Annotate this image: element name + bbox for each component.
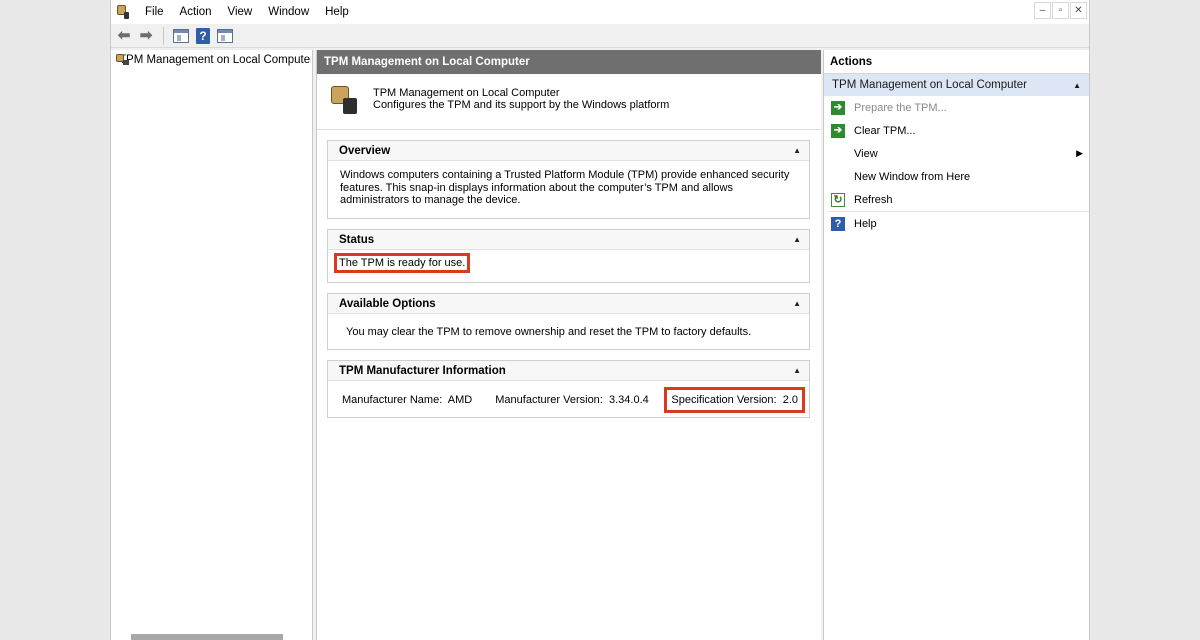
green-arrow-icon: ➔ <box>831 100 845 115</box>
tree-item-tpm-management[interactable]: TPM Management on Local Computer <box>115 53 311 67</box>
action-label: New Window from Here <box>854 170 971 183</box>
restore-button[interactable]: ▫ <box>1052 2 1069 19</box>
overview-header[interactable]: Overview ▲ <box>328 141 809 161</box>
intro-divider <box>317 129 821 130</box>
action-label: View <box>854 147 878 160</box>
tree-item-label: TPM Management on Local Computer <box>119 54 311 66</box>
menu-bar: File Action View Window Help – ▫ ✕ <box>111 0 1089 24</box>
available-options-header[interactable]: Available Options ▲ <box>328 294 809 314</box>
status-title: Status <box>339 233 375 246</box>
manufacturer-version-value: 3.34.0.4 <box>609 394 649 406</box>
help-icon: ? <box>831 216 845 231</box>
specification-version-value: 2.0 <box>782 394 798 406</box>
collapse-icon[interactable]: ▲ <box>1073 81 1081 90</box>
available-options-title: Available Options <box>339 297 436 310</box>
blank-icon <box>831 147 845 161</box>
actions-section-label: TPM Management on Local Computer <box>832 79 1027 91</box>
results-pane-header: TPM Management on Local Computer <box>317 50 821 74</box>
action-help[interactable]: ? Help <box>824 212 1089 235</box>
snapin-intro: TPM Management on Local Computer Configu… <box>317 74 821 130</box>
help-icon: ? <box>196 27 210 44</box>
actions-pane: Actions TPM Management on Local Computer… <box>823 50 1089 640</box>
help-toolbar-button[interactable]: ? <box>194 27 212 45</box>
action-new-window[interactable]: New Window from Here <box>824 165 1089 188</box>
actions-title: Actions <box>824 50 1089 74</box>
refresh-icon: ↻ <box>831 192 845 207</box>
action-label: Refresh <box>854 193 893 206</box>
tpm-status-text: The TPM is ready for use. <box>339 257 466 269</box>
tpm-key-icon[interactable] <box>115 4 131 20</box>
collapse-icon[interactable]: ▲ <box>793 146 801 155</box>
action-clear-tpm[interactable]: ➔ Clear TPM... <box>824 119 1089 142</box>
actions-section-header[interactable]: TPM Management on Local Computer ▲ <box>824 74 1089 96</box>
overview-text: Windows computers containing a Trusted P… <box>340 169 790 206</box>
window-controls: – ▫ ✕ <box>1034 2 1087 19</box>
manufacturer-section: TPM Manufacturer Information ▲ Manufactu… <box>327 360 810 418</box>
manufacturer-header[interactable]: TPM Manufacturer Information ▲ <box>328 361 809 381</box>
specification-version-label: Specification Version: <box>671 394 777 406</box>
action-label: Prepare the TPM... <box>854 101 947 114</box>
action-refresh[interactable]: ↻ Refresh <box>824 188 1089 211</box>
minimize-button[interactable]: – <box>1034 2 1051 19</box>
blank-icon <box>831 170 845 184</box>
menu-help[interactable]: Help <box>317 6 357 18</box>
manufacturer-title: TPM Manufacturer Information <box>339 364 506 377</box>
horizontal-scrollbar[interactable] <box>131 634 283 640</box>
submenu-arrow-icon: ▶ <box>1076 148 1083 158</box>
collapse-icon[interactable]: ▲ <box>793 366 801 375</box>
overview-section: Overview ▲ Windows computers containing … <box>327 140 810 219</box>
toolbar: ⬅ ➡ ? <box>111 24 1089 48</box>
manufacturer-name-label: Manufacturer Name: <box>342 394 443 406</box>
menu-window[interactable]: Window <box>260 6 317 18</box>
status-header[interactable]: Status ▲ <box>328 230 809 250</box>
manufacturer-version-label: Manufacturer Version: <box>495 394 603 406</box>
forward-arrow-icon: ➡ <box>139 27 153 44</box>
close-button[interactable]: ✕ <box>1070 2 1087 19</box>
intro-description: Configures the TPM and its support by th… <box>373 99 670 111</box>
menu-action[interactable]: Action <box>172 6 220 18</box>
back-arrow-icon: ⬅ <box>117 27 131 44</box>
available-options-text: You may clear the TPM to remove ownershi… <box>346 326 752 338</box>
show-action-pane-button[interactable] <box>216 27 234 45</box>
green-arrow-icon: ➔ <box>831 123 845 138</box>
action-label: Clear TPM... <box>854 124 916 137</box>
collapse-icon[interactable]: ▲ <box>793 299 801 308</box>
collapse-icon[interactable]: ▲ <box>793 235 801 244</box>
intro-title: TPM Management on Local Computer <box>373 87 560 99</box>
menu-file[interactable]: File <box>137 6 172 18</box>
available-options-section: Available Options ▲ You may clear the TP… <box>327 293 810 350</box>
show-hide-tree-button[interactable] <box>172 27 190 45</box>
tpm-chip-key-icon <box>329 84 359 116</box>
console-tree-icon <box>173 28 189 43</box>
manufacturer-name-value: AMD <box>447 394 473 406</box>
action-prepare-tpm[interactable]: ➔ Prepare the TPM... <box>824 96 1089 119</box>
action-pane-icon <box>217 28 233 43</box>
tpm-status-highlight: The TPM is ready for use. <box>334 253 471 273</box>
results-pane: TPM Management on Local Computer TPM Man… <box>316 50 821 640</box>
specification-version-highlight: Specification Version: 2.0 <box>664 387 805 413</box>
action-view[interactable]: View ▶ <box>824 142 1089 165</box>
forward-button[interactable]: ➡ <box>137 27 155 45</box>
overview-title: Overview <box>339 144 391 157</box>
toolbar-separator <box>163 26 164 45</box>
console-tree: TPM Management on Local Computer <box>111 50 313 640</box>
status-section: Status ▲ The TPM is ready for use. <box>327 229 810 283</box>
menu-view[interactable]: View <box>220 6 261 18</box>
mmc-window: File Action View Window Help – ▫ ✕ ⬅ ➡ ?… <box>110 0 1090 640</box>
manufacturer-row: Manufacturer Name: AMD Manufacturer Vers… <box>328 381 809 419</box>
back-button[interactable]: ⬅ <box>115 27 133 45</box>
action-label: Help <box>854 217 877 230</box>
